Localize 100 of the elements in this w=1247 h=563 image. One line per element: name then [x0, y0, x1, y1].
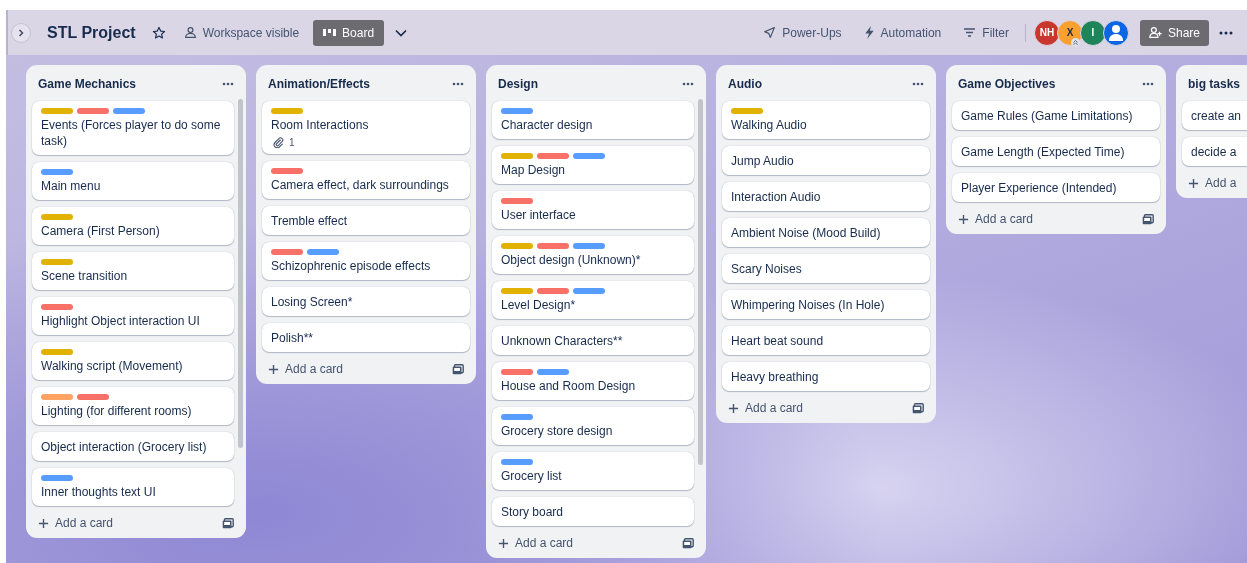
list-title[interactable]: Design: [498, 77, 538, 91]
add-card-button[interactable]: Add a: [1184, 174, 1241, 192]
card[interactable]: Game Rules (Game Limitations): [952, 101, 1160, 130]
card[interactable]: Object interaction (Grocery list): [32, 432, 234, 461]
plus-icon: [38, 517, 49, 529]
card[interactable]: Camera effect, dark surroundings: [262, 161, 470, 199]
card[interactable]: Heart beat sound: [722, 326, 930, 355]
list-title[interactable]: big tasks: [1188, 77, 1241, 91]
member-avatar[interactable]: X: [1056, 19, 1083, 46]
card-title: Highlight Object interaction UI: [41, 313, 201, 329]
template-icon[interactable]: [682, 537, 694, 549]
card-title: Walking script (Movement): [41, 358, 184, 374]
add-person-icon: [1148, 26, 1162, 39]
card-title: Whimpering Noises (In Hole): [731, 297, 886, 313]
power-ups-button[interactable]: Power-Ups: [755, 21, 850, 44]
card[interactable]: decide a: [1182, 137, 1247, 166]
template-icon[interactable]: [452, 363, 464, 375]
list-title[interactable]: Game Mechanics: [38, 77, 137, 91]
paperclip-icon: [273, 137, 284, 148]
add-card-button[interactable]: Add a card: [954, 210, 1038, 228]
card-title: Map Design: [501, 162, 567, 178]
card[interactable]: Losing Screen*: [262, 287, 470, 316]
card[interactable]: create an: [1182, 101, 1247, 130]
card-title: Heart beat sound: [731, 333, 825, 349]
more-icon[interactable]: [682, 82, 694, 86]
card-title: Tremble effect: [271, 213, 349, 229]
card[interactable]: Events (Forces player to do some task): [32, 101, 234, 155]
card[interactable]: Player Experience (Intended): [952, 173, 1160, 202]
card[interactable]: Character design: [492, 101, 694, 139]
chevron-right-icon: [16, 27, 26, 38]
list-title[interactable]: Audio: [728, 77, 762, 91]
card-title: Heavy breathing: [731, 369, 820, 385]
card[interactable]: Jump Audio: [722, 146, 930, 175]
list-title[interactable]: Animation/Effects: [268, 77, 370, 91]
filter-button[interactable]: Filter: [955, 21, 1017, 44]
board-title[interactable]: STL Project: [47, 23, 136, 42]
template-icon[interactable]: [912, 402, 924, 414]
card[interactable]: Highlight Object interaction UI: [32, 297, 234, 335]
board-icon: [323, 27, 337, 38]
card[interactable]: Grocery store design: [492, 407, 694, 445]
card[interactable]: User interface: [492, 191, 694, 229]
card[interactable]: House and Room Design: [492, 362, 694, 400]
scrollbar[interactable]: [698, 99, 703, 466]
plus-icon: [1188, 177, 1199, 189]
card-title: Events (Forces player to do some task): [41, 117, 222, 149]
card[interactable]: Inner thoughts text UI: [32, 468, 234, 506]
add-card-button[interactable]: Add a card: [494, 534, 578, 552]
card[interactable]: Whimpering Noises (In Hole): [722, 290, 930, 319]
card[interactable]: Camera (First Person): [32, 207, 234, 245]
card[interactable]: Ambient Noise (Mood Build): [722, 218, 930, 247]
card-title: User interface: [501, 207, 577, 223]
card[interactable]: Map Design: [492, 146, 694, 184]
card[interactable]: Polish**: [262, 323, 470, 352]
card-title: Ambient Noise (Mood Build): [731, 225, 882, 241]
more-icon[interactable]: [222, 82, 234, 86]
dots-icon: [1219, 30, 1233, 35]
template-icon[interactable]: [222, 517, 234, 529]
board-view-button[interactable]: Board: [313, 19, 385, 46]
card[interactable]: Lighting (for different rooms): [32, 387, 234, 425]
card[interactable]: Story board: [492, 497, 694, 526]
filter-icon: [963, 27, 977, 38]
card[interactable]: Scary Noises: [722, 254, 930, 283]
user-avatar[interactable]: [1102, 19, 1129, 46]
member-avatar[interactable]: NH: [1033, 19, 1060, 46]
card[interactable]: Interaction Audio: [722, 182, 930, 211]
card-title: Losing Screen*: [271, 294, 354, 310]
template-icon[interactable]: [1142, 213, 1154, 225]
card[interactable]: Unknown Characters**: [492, 326, 694, 355]
card-title: Character design: [501, 117, 594, 133]
card-title: create an: [1191, 108, 1243, 124]
card[interactable]: Scene transition: [32, 252, 234, 290]
card-title: Jump Audio: [731, 153, 795, 169]
card[interactable]: Level Design*: [492, 281, 694, 319]
card[interactable]: Schizophrenic episode effects: [262, 242, 470, 280]
card[interactable]: Walking Audio: [722, 101, 930, 139]
share-button[interactable]: Share: [1139, 19, 1209, 46]
card-title: Camera (First Person): [41, 223, 161, 239]
more-icon[interactable]: [1142, 82, 1154, 86]
list-title[interactable]: Game Objectives: [958, 77, 1056, 91]
card[interactable]: Walking script (Movement): [32, 342, 234, 380]
automation-button[interactable]: Automation: [855, 21, 950, 44]
card[interactable]: Tremble effect: [262, 206, 470, 235]
add-card-button[interactable]: Add a card: [34, 514, 118, 532]
card[interactable]: Object design (Unknown)*: [492, 236, 694, 274]
add-card-button[interactable]: Add a card: [724, 399, 808, 417]
more-icon[interactable]: [912, 82, 924, 86]
card-title: Lighting (for different rooms): [41, 403, 193, 419]
card[interactable]: Main menu: [32, 162, 234, 200]
member-avatar[interactable]: I: [1079, 19, 1106, 46]
scrollbar[interactable]: [238, 99, 243, 449]
card[interactable]: Heavy breathing: [722, 362, 930, 391]
more-icon[interactable]: [452, 82, 464, 86]
card-title: Player Experience (Intended): [961, 180, 1118, 196]
card[interactable]: Room Interactions 1: [262, 101, 470, 154]
visibility-button[interactable]: Workspace visible: [175, 21, 308, 44]
plus-icon: [958, 213, 969, 225]
add-card-button[interactable]: Add a card: [264, 360, 348, 378]
card[interactable]: Grocery list: [492, 452, 694, 490]
card[interactable]: Game Length (Expected Time): [952, 137, 1160, 166]
sidebar-toggle-button[interactable]: [11, 22, 31, 43]
